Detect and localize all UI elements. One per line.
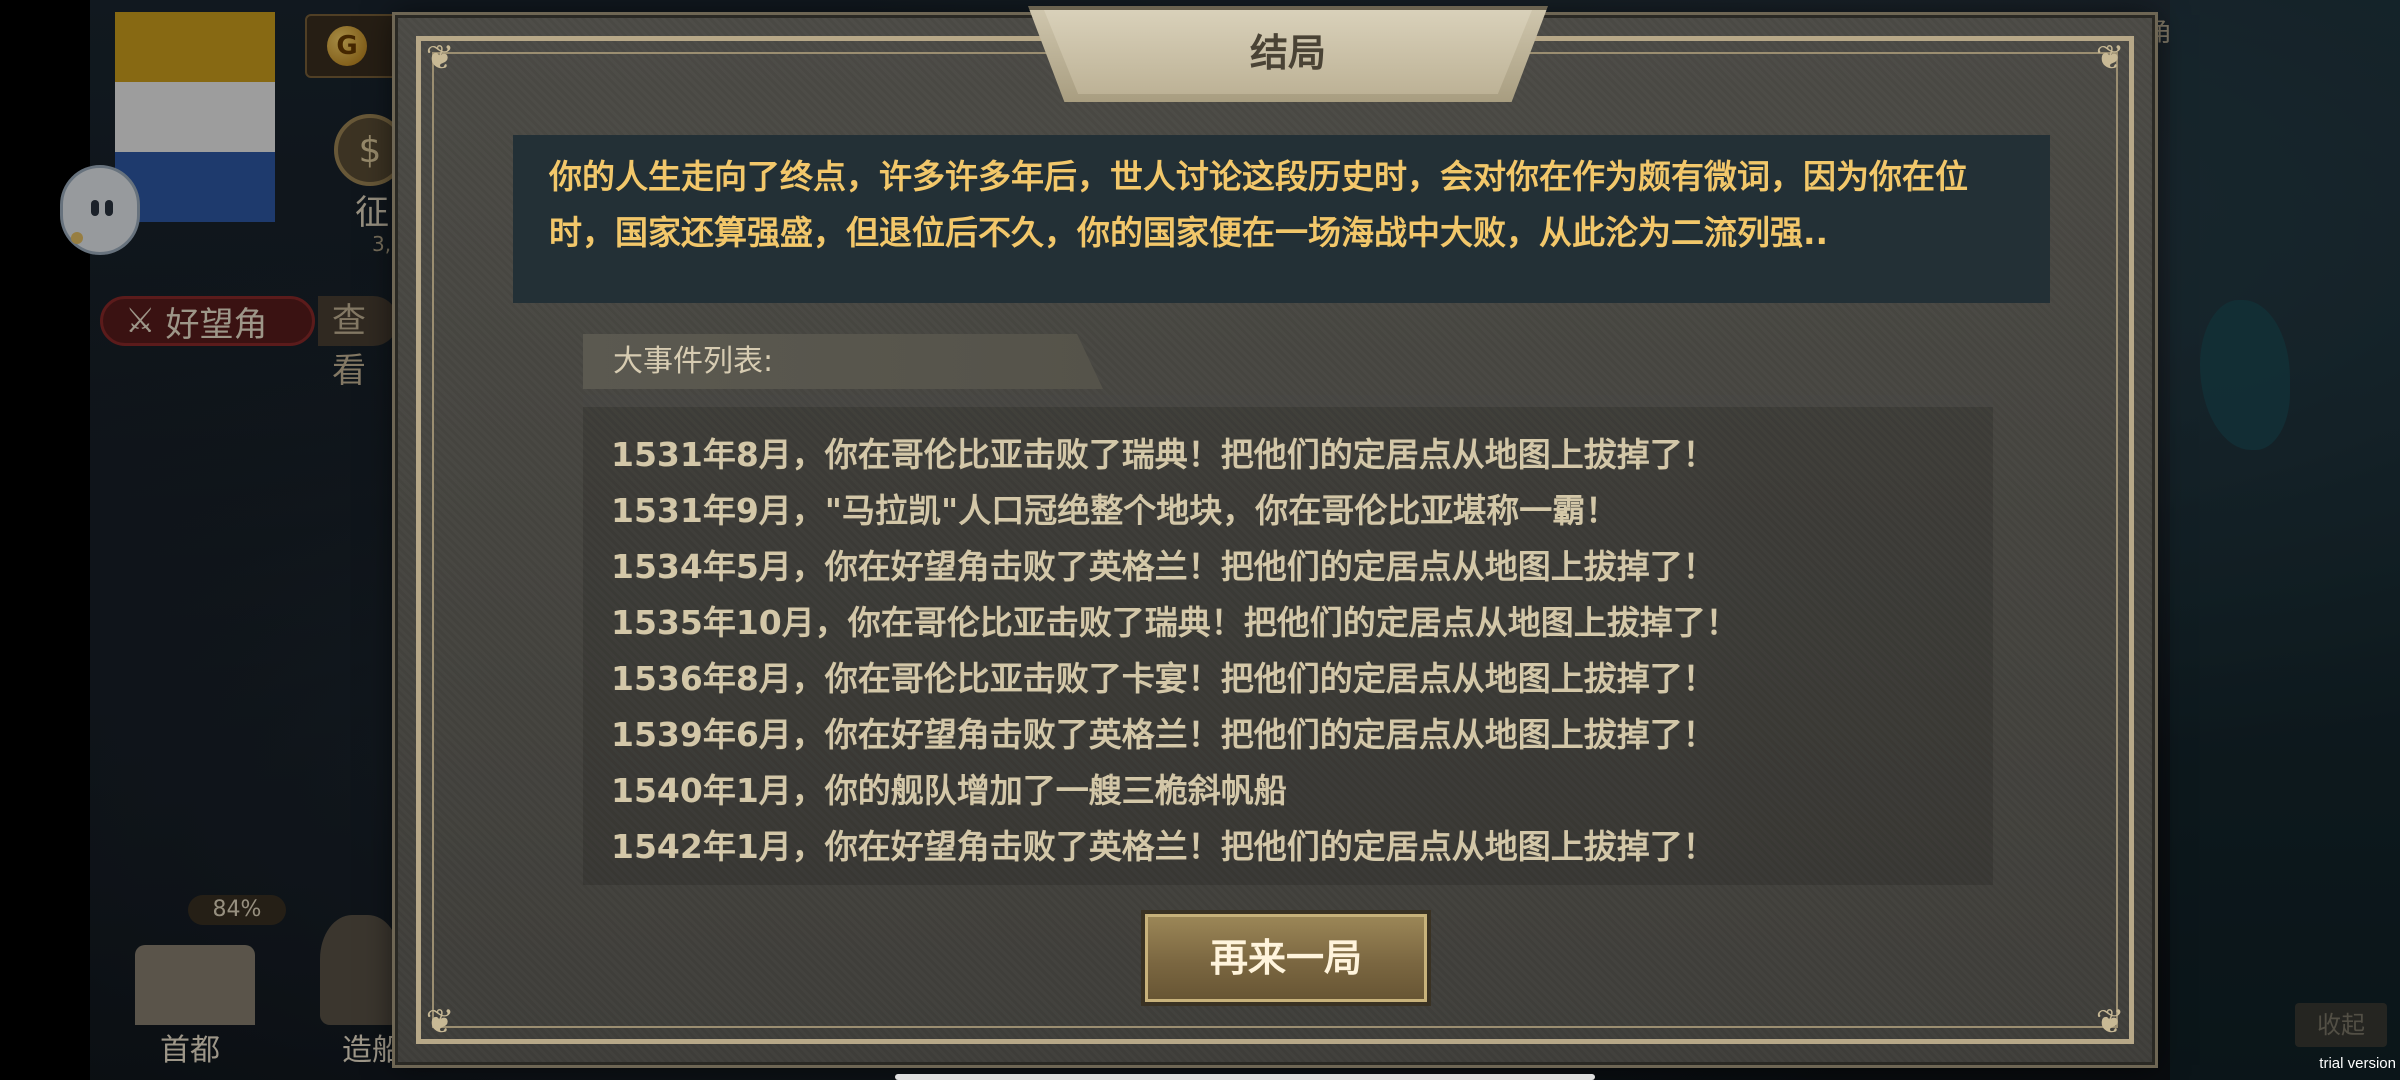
event-item: 1542年1月，你在好望角击败了英格兰！把他们的定居点从地图上拔掉了！ — [611, 827, 1716, 866]
title-plate: 结局 — [1028, 6, 1548, 102]
dialog-title: 结局 — [1249, 31, 1326, 75]
ending-dialog: ❦ ❦ ❦ ❦ 结局 你的人生走向了终点，许多许多年后，世人讨论这段历史时，会对… — [395, 6, 2155, 1065]
event-item: 1531年9月，"马拉凯"人口冠绝整个地块，你在哥伦比亚堪称一霸！ — [611, 491, 1619, 530]
event-item: 1534年5月，你在好望角击败了英格兰！把他们的定居点从地图上拔掉了！ — [611, 547, 1716, 586]
event-item: 1540年1月，你的舰队增加了一艘三桅斜帆船 — [611, 771, 1287, 810]
trial-watermark: trial version — [2319, 1055, 2396, 1072]
corner-ornament-icon: ❦ — [2095, 1002, 2125, 1042]
event-item: 1535年10月，你在哥伦比亚击败了瑞典！把他们的定居点从地图上拔掉了！ — [611, 603, 1739, 642]
corner-ornament-icon: ❦ — [425, 1002, 455, 1042]
corner-ornament-icon: ❦ — [2095, 38, 2125, 78]
ending-story-text: 你的人生走向了终点，许多许多年后，世人讨论这段历史时，会对你在作为颇有微词，因为… — [513, 135, 2050, 303]
corner-ornament-icon: ❦ — [425, 38, 455, 78]
event-item: 1536年8月，你在哥伦比亚击败了卡宴！把他们的定居点从地图上拔掉了！ — [611, 659, 1716, 698]
events-list[interactable]: 1531年8月，你在哥伦比亚击败了瑞典！把他们的定居点从地图上拔掉了！ 1531… — [583, 395, 1993, 885]
play-again-button[interactable]: 再来一局 — [1141, 910, 1431, 1006]
event-item: 1539年6月，你在好望角击败了英格兰！把他们的定居点从地图上拔掉了！ — [611, 715, 1716, 754]
home-indicator[interactable] — [895, 1074, 1595, 1080]
event-item: 1531年8月，你在哥伦比亚击败了瑞典！把他们的定居点从地图上拔掉了！ — [611, 435, 1716, 474]
events-list-header: 大事件列表: — [583, 334, 1103, 389]
